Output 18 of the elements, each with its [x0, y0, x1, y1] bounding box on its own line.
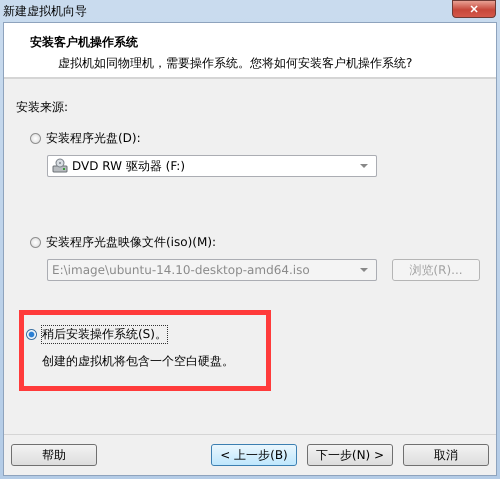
dropdown-field[interactable]: DVD RW 驱动器 (F:)	[47, 155, 377, 177]
dialog-button[interactable]: 帮助	[11, 444, 97, 466]
option-description: 创建的虚拟机将包含一个空白硬盘。	[42, 353, 235, 370]
page-title: 安装客户机操作系统	[30, 34, 139, 51]
dialog-button[interactable]: 下一步(N) >	[307, 444, 393, 466]
dialog-button[interactable]: < 上一步(B)	[211, 444, 297, 466]
radio-button[interactable]	[26, 329, 37, 340]
radio-label[interactable]: 安装程序光盘(D):	[46, 130, 141, 147]
page-subtitle: 虚拟机如同物理机，需要操作系统。您将如何安装客户机操作系统?	[57, 55, 414, 72]
close-button[interactable]: ✕	[452, 0, 496, 18]
dialog-button[interactable]: 取消	[403, 444, 489, 466]
source-label: 安装来源:	[16, 99, 70, 116]
window-title: 新建虚拟机向导	[3, 2, 87, 20]
dropdown-arrow-icon	[360, 268, 368, 272]
disc-drive-icon	[52, 158, 68, 174]
dropdown-arrow-icon	[360, 164, 368, 168]
radio-button[interactable]	[30, 133, 41, 144]
radio-label[interactable]: 稍后安装操作系统(S)。	[42, 326, 167, 343]
